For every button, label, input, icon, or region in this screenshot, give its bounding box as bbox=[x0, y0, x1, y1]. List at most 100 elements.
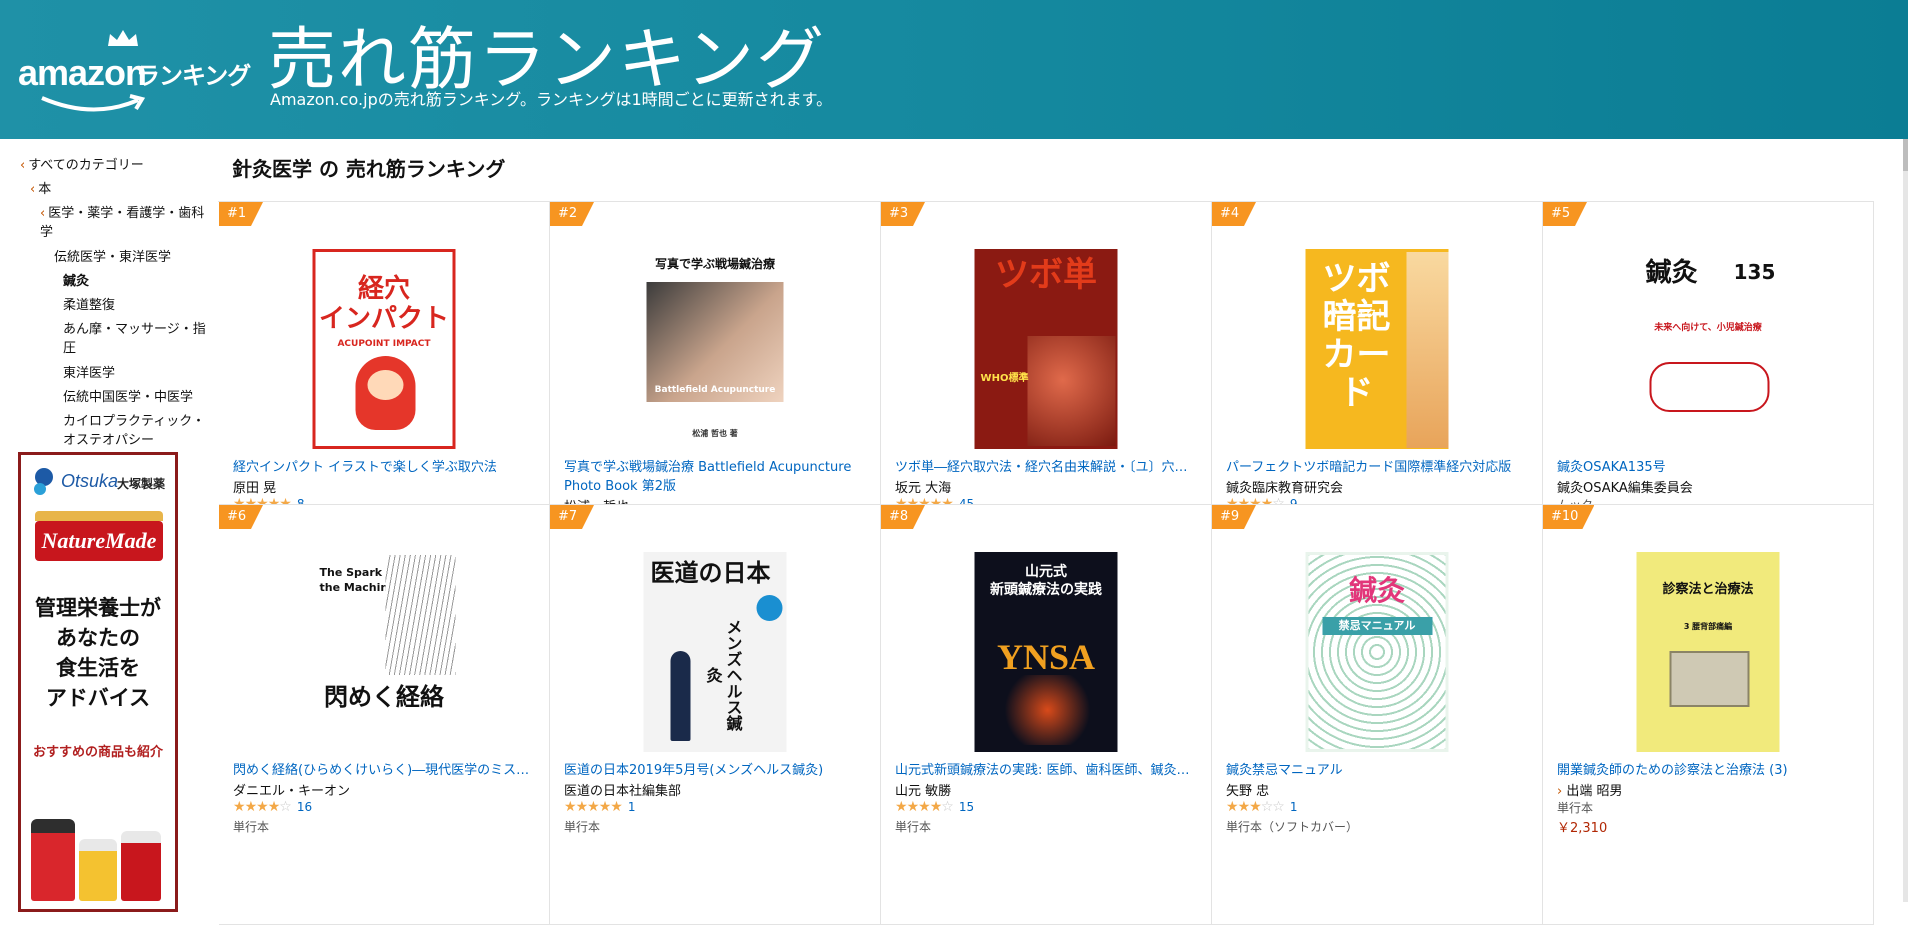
review-count-link[interactable]: 1 bbox=[1290, 800, 1298, 814]
book-cover-image[interactable]: ツボ単 WHO標準 bbox=[974, 249, 1118, 449]
sidebar-advertisement[interactable]: Otsuka 大塚製薬 NatureMade 管理栄養士が あなたの 食生活を … bbox=[18, 452, 178, 912]
sidebar-item-oriental-medicine[interactable]: 東洋医学 bbox=[63, 364, 210, 383]
page-header-subtitle: Amazon.co.jpの売れ筋ランキング。ランキングは1時間ごとに更新されます… bbox=[270, 90, 833, 109]
star-empty-icon: ☆ bbox=[941, 799, 954, 815]
book-cover-image[interactable]: 山元式 新頭鍼療法の実践 YNSA bbox=[974, 552, 1118, 752]
book-title-link[interactable]: 鍼灸禁忌マニュアル bbox=[1226, 761, 1531, 780]
ranking-card[interactable]: #5 鍼灸 135 未来へ向けて、小児鍼治療 鍼灸OSAKA135号 鍼灸OSAKA編集委… bbox=[1543, 202, 1874, 505]
book-cover-image[interactable]: 診察法と治療法 3 腰背部痛編 bbox=[1636, 552, 1780, 752]
rank-badge: #4 bbox=[1212, 202, 1256, 226]
star-rating[interactable]: ★★★★☆ 16 bbox=[233, 799, 312, 815]
ad-product-logo: NatureMade bbox=[35, 521, 163, 561]
star-rating[interactable]: ★★★★★ 45 bbox=[895, 496, 974, 505]
rank-badge: #9 bbox=[1212, 505, 1256, 529]
book-cover-image[interactable]: 医道の日本 メンズヘルス鍼灸 bbox=[643, 552, 787, 752]
ad-brand: Otsuka bbox=[61, 471, 119, 491]
ranking-card[interactable]: #9 鍼灸 禁忌マニュアル 鍼灸禁忌マニュアル 矢野 忠 ★★★☆☆ 1 単行本（ソフトカバー… bbox=[1212, 505, 1543, 925]
book-format: 単行本 bbox=[564, 820, 601, 834]
sidebar-item-traditional-medicine[interactable]: 伝統医学・東洋医学 bbox=[54, 248, 210, 267]
book-title-link[interactable]: パーフェクトツボ暗記カード国際標準経穴対応版 bbox=[1226, 458, 1531, 477]
star-full-icon: ★ bbox=[1226, 799, 1239, 815]
book-cover-image[interactable]: The Spark in the Machine 閃めく経絡 bbox=[312, 552, 456, 752]
sidebar-item-all-categories[interactable]: ‹ すべてのカテゴリー bbox=[20, 156, 210, 175]
review-count-link[interactable]: 8 bbox=[297, 497, 305, 504]
ranking-grid: #1 経穴 インパクト ACUPOINT IMPACT 経穴インパクト イラストで楽し… bbox=[218, 201, 1874, 925]
review-count-link[interactable]: 16 bbox=[297, 800, 312, 814]
rank-badge: #6 bbox=[219, 505, 263, 529]
cover-subtitle: ACUPOINT IMPACT bbox=[337, 339, 431, 349]
vertical-scrollbar[interactable] bbox=[1903, 139, 1908, 902]
cover-hands bbox=[1649, 362, 1770, 412]
ranking-card[interactable]: #4 ツボ 暗記 カード パーフェクト パーフェクトツボ暗記カード国際標準経穴対応版鍼… bbox=[1212, 202, 1543, 505]
cover-author: 松浦 哲也 著 bbox=[692, 429, 738, 438]
author-name: 矢野 忠 bbox=[1226, 784, 1270, 799]
book-cover-image[interactable]: ツボ 暗記 カード パーフェクト bbox=[1305, 249, 1449, 449]
book-price: ￥2,310 bbox=[1557, 821, 1608, 836]
star-rating[interactable]: ★★★★★ 1 bbox=[564, 799, 635, 815]
review-count-link[interactable]: 1 bbox=[628, 800, 636, 814]
review-count-link[interactable]: 9 bbox=[1290, 497, 1298, 504]
sidebar-item-massage[interactable]: あん摩・マッサージ・指圧 bbox=[63, 320, 210, 358]
amazon-ranking-logo[interactable]: amazon ランキング bbox=[18, 26, 253, 116]
header-banner: amazon ランキング 売れ筋ランキング Amazon.co.jpの売れ筋ラン… bbox=[0, 0, 1908, 139]
book-title-link[interactable]: 山元式新頭鍼療法の実践: 医師、歯科医師、鍼灸… bbox=[895, 761, 1200, 780]
book-title-link[interactable]: 医道の日本2019年5月号(メンズヘルス鍼灸) bbox=[564, 761, 869, 780]
ranking-card[interactable]: #1 経穴 インパクト ACUPOINT IMPACT 経穴インパクト イラストで楽し… bbox=[219, 202, 550, 505]
book-cover-image[interactable]: 経穴 インパクト ACUPOINT IMPACT bbox=[312, 249, 456, 449]
book-title-link[interactable]: 写真で学ぶ戦場鍼治療 Battlefield Acupuncture Photo… bbox=[564, 458, 869, 496]
sidebar-item-chinese-medicine[interactable]: 伝統中国医学・中医学 bbox=[63, 388, 210, 407]
ranking-card[interactable]: #6 The Spark in the Machine 閃めく経絡閃めく経絡(ひらめ… bbox=[219, 505, 550, 925]
cover-badge bbox=[756, 595, 783, 621]
cover-subtitle: メンズヘルス鍼灸 bbox=[703, 619, 743, 731]
book-title-link[interactable]: 開業鍼灸師のための診察法と治療法 (3) bbox=[1557, 761, 1862, 780]
ranking-card[interactable]: #10 診察法と治療法 3 腰背部痛編 開業鍼灸師のための診察法と治療法 (3) › 出… bbox=[1543, 505, 1874, 925]
book-cover-image[interactable]: 鍼灸 135 未来へ向けて、小児鍼治療 bbox=[1636, 249, 1780, 449]
sidebar-item-acupuncture: 鍼灸 bbox=[63, 274, 90, 289]
cover-photo bbox=[1669, 651, 1750, 707]
ranking-card[interactable]: #2 写真で学ぶ戦場鍼治療 Battlefield Acupuncture 松浦 哲也… bbox=[550, 202, 881, 505]
category-sidebar: ‹ すべてのカテゴリー ‹ 本 ‹ 医学・薬学・看護学・歯科学 伝統医学・東洋医学 鍼… bbox=[0, 139, 212, 912]
book-title-link[interactable]: 経穴インパクト イラストで楽しく学ぶ取穴法 bbox=[233, 458, 538, 477]
star-half-icon: ★ bbox=[941, 496, 954, 505]
star-rating[interactable]: ★★★★☆ 15 bbox=[895, 799, 974, 815]
star-full-icon: ★ bbox=[1237, 496, 1251, 505]
rank-badge: #3 bbox=[881, 202, 925, 226]
sidebar-item-medicine[interactable]: ‹ 医学・薬学・看護学・歯科学 bbox=[40, 204, 210, 242]
rank-badge: #8 bbox=[881, 505, 925, 529]
book-author[interactable]: › 出端 昭男 bbox=[1557, 780, 1622, 799]
author-name: 医道の日本社編集部 bbox=[564, 784, 682, 799]
ranking-card[interactable]: #3 ツボ単 WHO標準 ツボ単―経穴取穴法・経穴名由来解説・〔ユ〕穴… 坂元 大海 ★★… bbox=[881, 202, 1212, 505]
cover-issue-number: 135 bbox=[1733, 260, 1776, 284]
rank-badge: #1 bbox=[219, 202, 263, 226]
cover-title: 診察法と治療法 bbox=[1662, 582, 1754, 597]
star-rating[interactable]: ★★★★★ 8 bbox=[233, 496, 305, 504]
sidebar-item-chiropractic[interactable]: カイロプラクティック・オステオパシー bbox=[63, 412, 210, 450]
cover-subtitle: 禁忌マニュアル bbox=[1338, 619, 1416, 632]
star-rating[interactable]: ★★★★☆ 9 bbox=[1226, 496, 1298, 505]
review-count-link[interactable]: 45 bbox=[959, 497, 974, 504]
main-content: 針灸医学 の 売れ筋ランキング #1 経穴 インパクト ACUPOINT IMPAC… bbox=[218, 139, 1903, 925]
sidebar-item-books[interactable]: ‹ 本 bbox=[30, 180, 210, 199]
book-cover-image[interactable]: 写真で学ぶ戦場鍼治療 Battlefield Acupuncture 松浦 哲也 著 bbox=[643, 249, 787, 449]
cover-mascot-face bbox=[367, 370, 404, 400]
scrollbar-thumb[interactable] bbox=[1903, 139, 1908, 171]
cover-title: 鍼灸 bbox=[1348, 574, 1405, 607]
star-full-icon: ★ bbox=[564, 799, 577, 815]
rank-badge: #2 bbox=[550, 202, 594, 226]
star-full-icon: ★ bbox=[575, 799, 589, 815]
cover-title: 鍼灸 bbox=[1645, 258, 1698, 288]
star-full-icon: ★ bbox=[895, 496, 908, 505]
book-title-link[interactable]: 閃めく経絡(ひらめくけいらく)―現代医学のミス… bbox=[233, 761, 538, 780]
sidebar-item-judo-therapy[interactable]: 柔道整復 bbox=[63, 296, 210, 315]
star-full-icon: ★ bbox=[929, 496, 943, 505]
author-name: 坂元 大海 bbox=[895, 481, 952, 496]
book-format: 単行本 bbox=[895, 820, 932, 834]
smile-arrow-icon bbox=[41, 94, 146, 112]
star-rating[interactable]: ★★★☆☆ 1 bbox=[1226, 799, 1297, 815]
book-title-link[interactable]: ツボ単―経穴取穴法・経穴名由来解説・〔ユ〕穴… bbox=[895, 458, 1200, 477]
review-count-link[interactable]: 15 bbox=[959, 800, 974, 814]
book-cover-image[interactable]: 鍼灸 禁忌マニュアル bbox=[1305, 552, 1449, 752]
ranking-card[interactable]: #8 山元式 新頭鍼療法の実践 YNSA 山元式新頭鍼療法の実践: 医師、歯科医師、鍼… bbox=[881, 505, 1212, 925]
book-title-link[interactable]: 鍼灸OSAKA135号 bbox=[1557, 458, 1862, 477]
ranking-card[interactable]: #7 医道の日本 メンズヘルス鍼灸 医道の日本2019年5月号(メンズヘルス鍼灸) 医道… bbox=[550, 505, 881, 925]
